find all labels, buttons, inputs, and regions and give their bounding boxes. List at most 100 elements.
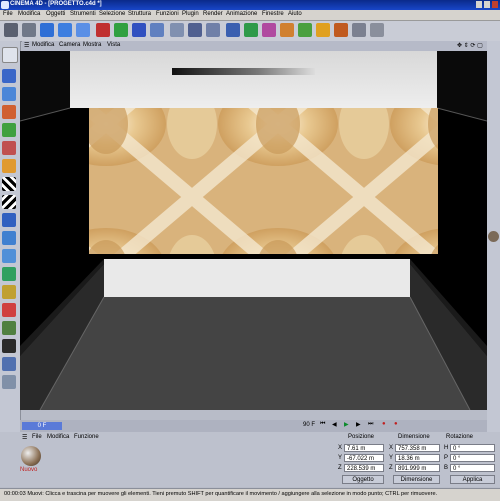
edges-mode-icon[interactable]	[2, 123, 16, 137]
menu-oggetti[interactable]: Oggetti	[46, 11, 65, 17]
material-menu-file[interactable]: File	[32, 434, 42, 440]
camera-icon[interactable]	[334, 23, 348, 37]
viewport-menu-icon[interactable]: ☰	[24, 42, 29, 49]
size-y-field[interactable]: 18.36 m	[395, 454, 440, 462]
rotation-p-field[interactable]: 0 °	[450, 454, 495, 462]
viewport-menu-modifica[interactable]: Modifica	[32, 42, 54, 48]
texture-mode-icon[interactable]	[2, 87, 16, 101]
menu-finestre[interactable]: Finestre	[262, 11, 284, 17]
next-frame-icon[interactable]: ▶	[356, 421, 361, 428]
brush-icon[interactable]	[2, 285, 16, 299]
menu-animazione[interactable]: Animazione	[226, 11, 257, 17]
go-start-icon[interactable]: ⏮	[320, 421, 325, 428]
sculpt-icon[interactable]	[2, 321, 16, 335]
bottom-panel: ☰ File Modifica Funzione Nuovo Posizione…	[0, 432, 500, 487]
undo-icon[interactable]	[4, 23, 18, 37]
size-mode-dropdown[interactable]: Dimensione	[393, 475, 440, 484]
render-region-icon[interactable]	[188, 23, 202, 37]
viewport-menu-camera[interactable]: Camera	[59, 42, 80, 48]
polygons-mode-icon[interactable]	[2, 141, 16, 155]
y-axis-icon[interactable]	[114, 23, 128, 37]
position-y-field[interactable]: -67.022 m	[344, 454, 384, 462]
cube-icon[interactable]	[226, 23, 240, 37]
nurbs-icon[interactable]	[244, 23, 258, 37]
tweak-mode-icon[interactable]	[2, 249, 16, 263]
menu-plugin[interactable]: Plugin	[182, 11, 199, 17]
viewport-menu-mostra[interactable]: Mostra	[83, 42, 101, 48]
scene-icon[interactable]	[280, 23, 294, 37]
play-icon[interactable]: ▶	[344, 421, 349, 428]
rotation-h-field[interactable]: 0 °	[450, 444, 495, 452]
menu-funzioni[interactable]: Funzioni	[156, 11, 179, 17]
material-menu-modifica[interactable]: Modifica	[47, 434, 69, 440]
viewport-menu-vista[interactable]: Vista	[107, 42, 120, 48]
menu-modifica[interactable]: Modifica	[18, 11, 40, 17]
coord-mode-dropdown[interactable]: Oggetto	[342, 475, 384, 484]
go-end-icon[interactable]: ⏭	[368, 421, 373, 428]
menu-aiuto[interactable]: Aiuto	[288, 11, 302, 17]
material-menu-icon[interactable]: ☰	[22, 434, 27, 441]
menu-selezione[interactable]: Selezione	[99, 11, 125, 17]
snap-icon[interactable]	[2, 267, 16, 281]
3d-viewport[interactable]	[20, 51, 487, 410]
lock-icon[interactable]	[2, 357, 16, 371]
apply-button[interactable]: Applica	[450, 475, 495, 484]
animation-mode-icon[interactable]	[2, 213, 16, 227]
misc-tool2-icon[interactable]	[370, 23, 384, 37]
lower-back-wall[interactable]	[104, 259, 410, 297]
z-axis-icon[interactable]	[132, 23, 146, 37]
material-menu-bar: ☰ File Modifica Funzione	[22, 434, 322, 444]
material-preview-icon[interactable]	[488, 231, 499, 242]
current-frame[interactable]: 0 F	[22, 422, 62, 430]
material-name[interactable]: Nuovo	[20, 467, 37, 473]
layer-icon[interactable]	[2, 339, 16, 353]
size-x-field[interactable]: 757.358 m	[395, 444, 440, 452]
maximize-icon[interactable]	[484, 1, 490, 8]
record-icon[interactable]: ●	[382, 421, 386, 427]
minimize-icon[interactable]	[476, 1, 482, 8]
scale-icon[interactable]	[58, 23, 72, 37]
floor[interactable]	[40, 297, 470, 410]
material-ball[interactable]	[21, 446, 41, 466]
x-axis-icon[interactable]	[96, 23, 110, 37]
top-panel[interactable]	[70, 51, 437, 108]
generator-icon[interactable]	[298, 23, 312, 37]
handle-bar[interactable]	[172, 68, 315, 75]
viewport-nav-icons[interactable]: ✥ ⇕ ⟳ ▢	[457, 42, 483, 49]
object-mode-icon[interactable]	[2, 69, 16, 83]
menu-strumenti[interactable]: Strumenti	[70, 11, 96, 17]
enable-axis-icon[interactable]	[2, 231, 16, 245]
points-mode-icon[interactable]	[2, 105, 16, 119]
autokey-icon[interactable]: ●	[394, 421, 398, 427]
move-icon[interactable]	[40, 23, 54, 37]
menu-render[interactable]: Render	[203, 11, 223, 17]
menu-struttura[interactable]: Struttura	[128, 11, 151, 17]
timeline[interactable]: 0 F 90 F ⏮ ◀ ▶ ▶ ⏭ ● ●	[20, 420, 487, 432]
checker-icon[interactable]	[2, 177, 16, 191]
end-frame: 90 F	[303, 422, 316, 428]
workplane-icon[interactable]	[2, 303, 16, 317]
prev-frame-icon[interactable]: ◀	[332, 421, 337, 428]
misc-tool-icon[interactable]	[352, 23, 366, 37]
coords-header-position: Posizione	[348, 434, 375, 440]
render-icon[interactable]	[2, 375, 16, 389]
menu-file[interactable]: File	[3, 11, 13, 17]
world-coords-icon[interactable]	[150, 23, 164, 37]
rotate-icon[interactable]	[76, 23, 90, 37]
axis-mode-icon[interactable]	[2, 159, 16, 173]
render-settings-icon[interactable]	[206, 23, 220, 37]
close-icon[interactable]	[492, 1, 498, 8]
rotation-b-field[interactable]: 0 °	[450, 464, 495, 472]
position-z-field[interactable]: 228.539 m	[344, 464, 384, 472]
deformer-icon[interactable]	[262, 23, 276, 37]
marble-back-panel[interactable]	[89, 108, 438, 254]
model-mode-icon[interactable]	[2, 47, 18, 63]
render-view-icon[interactable]	[170, 23, 184, 37]
position-x-field[interactable]: 7.61 m	[344, 444, 384, 452]
light-icon[interactable]	[316, 23, 330, 37]
pointer-icon[interactable]	[22, 23, 36, 37]
uv-edit-icon[interactable]	[2, 195, 16, 209]
material-menu-funzione[interactable]: Funzione	[74, 434, 99, 440]
axis-z-label: Z	[338, 465, 342, 471]
size-z-field[interactable]: 891.999 m	[395, 464, 440, 472]
